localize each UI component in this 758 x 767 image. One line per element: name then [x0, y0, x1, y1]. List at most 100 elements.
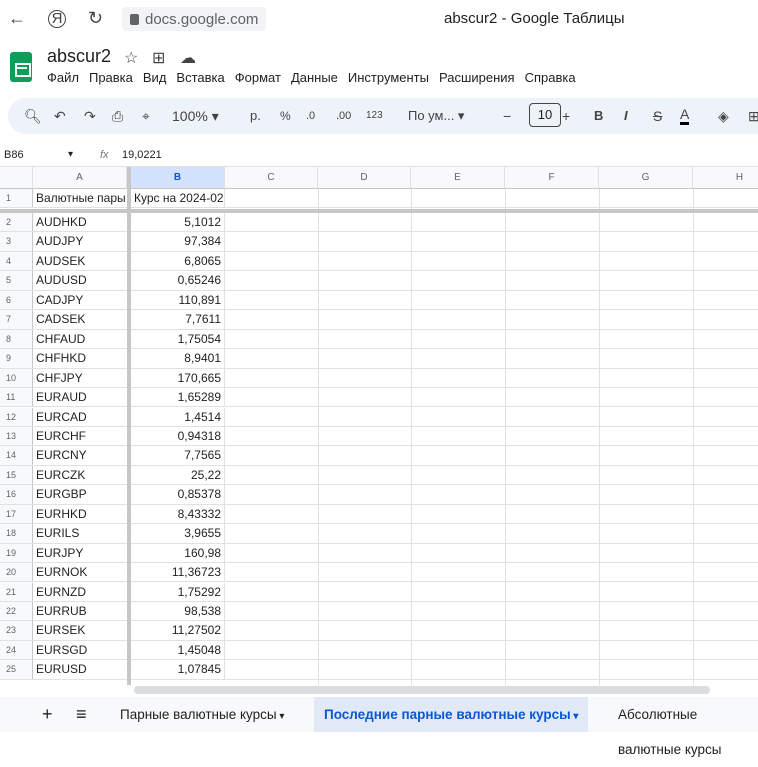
row-header[interactable]: 14: [0, 446, 33, 465]
column-header[interactable]: A: [33, 167, 127, 189]
menu-item[interactable]: Файл: [47, 70, 79, 85]
cell-a[interactable]: EURILS: [33, 524, 127, 542]
formula-input[interactable]: 19,0221: [122, 149, 162, 161]
cell-b[interactable]: 7,7611: [131, 310, 225, 329]
cell-b[interactable]: 1,65289: [131, 388, 225, 407]
cell-b[interactable]: 11,36723: [131, 563, 225, 582]
cell-b[interactable]: 1,4514: [131, 407, 225, 426]
row-header[interactable]: 3: [0, 232, 33, 251]
cell-b[interactable]: 98,538: [131, 602, 225, 621]
borders-icon[interactable]: ⊞: [748, 106, 758, 126]
row-header[interactable]: 12: [0, 407, 33, 426]
row-header[interactable]: 7: [0, 310, 33, 329]
cell-a[interactable]: AUDJPY: [33, 232, 127, 250]
search-icon[interactable]: 🔍︎: [24, 106, 42, 126]
chevron-down-icon[interactable]: ▾: [277, 711, 284, 722]
strikethrough-icon[interactable]: S: [653, 106, 662, 126]
row-header[interactable]: 16: [0, 485, 33, 504]
cell-a[interactable]: EURCHF: [33, 427, 127, 445]
cloud-status-icon[interactable]: ☁: [180, 48, 196, 68]
cell-a[interactable]: EURGBP: [33, 485, 127, 503]
cell-b[interactable]: 7,7565: [131, 446, 225, 465]
star-icon[interactable]: ☆: [124, 48, 138, 68]
row-header[interactable]: 19: [0, 543, 33, 563]
row-header[interactable]: 4: [0, 251, 33, 271]
cell-b[interactable]: 1,75054: [131, 329, 225, 349]
cell-a[interactable]: EURUSD: [33, 660, 127, 678]
percent-format-button[interactable]: %: [280, 106, 291, 126]
row-header[interactable]: 23: [0, 621, 33, 640]
row-header[interactable]: 11: [0, 388, 33, 407]
profile-icon[interactable]: Я: [48, 10, 66, 28]
decrease-decimal-button[interactable]: .0: [306, 106, 315, 126]
number-format-button[interactable]: 123: [366, 106, 383, 126]
reload-icon[interactable]: ↻: [88, 8, 103, 29]
cell-b[interactable]: 170,665: [131, 368, 225, 387]
paint-format-icon[interactable]: ⌖: [142, 106, 150, 126]
cell-b[interactable]: 110,891: [131, 290, 225, 310]
cell-a[interactable]: AUDSEK: [33, 252, 127, 270]
cell-a[interactable]: EURSGD: [33, 641, 127, 659]
menu-item[interactable]: Формат: [235, 70, 281, 85]
menu-item[interactable]: Вид: [143, 70, 167, 85]
menu-item[interactable]: Данные: [291, 70, 338, 85]
cell-b[interactable]: 25,22: [131, 465, 225, 485]
cell-b[interactable]: 0,65246: [131, 271, 225, 290]
column-header[interactable]: E: [411, 167, 505, 189]
menu-item[interactable]: Инструменты: [348, 70, 429, 85]
cell-b[interactable]: 0,85378: [131, 485, 225, 504]
cell-a[interactable]: AUDUSD: [33, 271, 127, 289]
select-all-corner[interactable]: [0, 167, 33, 189]
column-header[interactable]: F: [505, 167, 599, 189]
cell-b[interactable]: 5,1012: [131, 213, 225, 232]
cell-b[interactable]: 8,43332: [131, 504, 225, 524]
cell-b[interactable]: 1,07845: [131, 660, 225, 679]
row-header[interactable]: 25: [0, 660, 33, 679]
cell-b[interactable]: Курс на 2024-02-09: [131, 189, 225, 208]
row-header[interactable]: 8: [0, 329, 33, 349]
fill-color-icon[interactable]: ◈: [718, 106, 729, 126]
document-title[interactable]: abscur2: [47, 46, 111, 67]
menu-item[interactable]: Справка: [525, 70, 576, 85]
menu-item[interactable]: Расширения: [439, 70, 515, 85]
cell-a[interactable]: AUDHKD: [33, 213, 127, 231]
italic-button[interactable]: I: [624, 106, 628, 126]
row-header[interactable]: 15: [0, 465, 33, 485]
frozen-row-divider[interactable]: [0, 209, 758, 213]
row-header[interactable]: 24: [0, 640, 33, 660]
cell-a[interactable]: EURSEK: [33, 621, 127, 639]
cell-a[interactable]: EURNZD: [33, 583, 127, 601]
row-header[interactable]: 2: [0, 213, 33, 232]
row-header[interactable]: 13: [0, 426, 33, 446]
cell-a[interactable]: EURAUD: [33, 388, 127, 406]
redo-icon[interactable]: ↷: [84, 106, 96, 126]
chevron-down-icon[interactable]: ▾: [571, 711, 578, 722]
cell-a[interactable]: EURJPY: [33, 544, 127, 562]
row-header[interactable]: 10: [0, 368, 33, 387]
cell-a[interactable]: EURCZK: [33, 466, 127, 484]
address-bar[interactable]: docs.google.com: [122, 7, 267, 31]
sheet-tab[interactable]: Последние парные валютные курсы ▾: [314, 697, 589, 732]
column-header[interactable]: D: [318, 167, 411, 189]
row-header[interactable]: 9: [0, 349, 33, 368]
move-folder-icon[interactable]: ⊞: [152, 48, 165, 68]
cell-b[interactable]: 160,98: [131, 543, 225, 563]
cell-a[interactable]: CHFHKD: [33, 349, 127, 367]
chevron-down-icon[interactable]: ▾: [68, 149, 73, 160]
spreadsheet-grid[interactable]: ABCDEFGH 1Валютные парыКурс на 2024-02-0…: [0, 167, 758, 685]
cell-a[interactable]: CHFAUD: [33, 330, 127, 348]
sheet-tab[interactable]: Парные валютные курсы ▾: [108, 697, 296, 732]
row-header[interactable]: 5: [0, 271, 33, 290]
cell-b[interactable]: 3,9655: [131, 524, 225, 543]
cell-a[interactable]: EURHKD: [33, 505, 127, 523]
row-header[interactable]: 20: [0, 563, 33, 582]
currency-format-button[interactable]: р.: [250, 106, 261, 126]
horizontal-scrollbar[interactable]: [134, 686, 710, 694]
sheet-tab[interactable]: Абсолютные валютные курсы: [606, 697, 758, 757]
increase-font-size-button[interactable]: +: [562, 106, 570, 126]
frozen-column-divider[interactable]: [127, 167, 131, 685]
row-header[interactable]: 18: [0, 524, 33, 543]
zoom-select[interactable]: 100% ▾: [172, 106, 219, 126]
row-header[interactable]: 1: [0, 189, 33, 208]
cell-b[interactable]: 8,9401: [131, 349, 225, 368]
